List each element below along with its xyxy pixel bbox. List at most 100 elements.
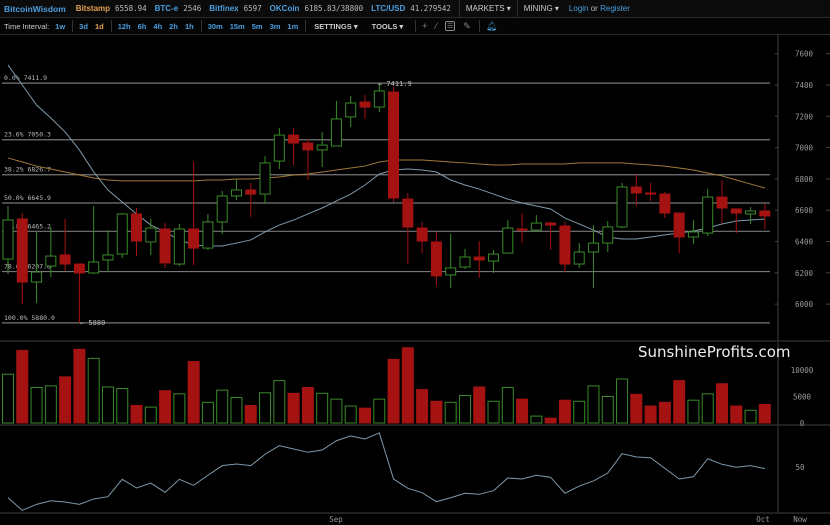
candle-body — [716, 196, 728, 209]
candle — [445, 233, 457, 288]
volume-bar — [458, 394, 471, 424]
volume-bar — [587, 385, 600, 424]
volume-bar — [259, 392, 272, 424]
volume-bar — [416, 389, 429, 424]
candle — [88, 205, 100, 275]
candle-body — [288, 134, 300, 144]
price-chart[interactable]: 7600 7400 7200 7000 6800 6600 6400 6200 6000 1000… — [0, 0, 830, 525]
volume-bar — [616, 378, 629, 424]
candle — [330, 100, 342, 147]
candle — [559, 221, 571, 273]
candle — [16, 213, 28, 305]
volume-bar — [173, 393, 186, 424]
fib-label: 0.0% 7411.9 — [4, 74, 47, 82]
price-tick-label: 6000 — [795, 300, 814, 309]
volume-bar — [144, 406, 157, 424]
candle-body — [416, 227, 428, 242]
candle-body — [645, 192, 657, 195]
candle-body — [616, 186, 628, 228]
time-label: Oct — [756, 515, 770, 524]
fib-label: 100.0% 5880.0 — [4, 314, 55, 322]
volume-bar — [73, 348, 86, 424]
price-tick-label: 7200 — [795, 112, 814, 121]
volume-tick-label: 0 — [800, 419, 805, 428]
volume-bar — [516, 398, 529, 424]
candle-body — [202, 221, 214, 249]
volume-bar — [601, 396, 614, 424]
candle-body — [602, 226, 614, 244]
volume-bar — [44, 385, 57, 424]
candle — [202, 213, 214, 250]
candle — [516, 213, 528, 244]
volume-bar — [573, 400, 586, 424]
candle — [616, 182, 628, 229]
candle — [573, 243, 585, 268]
candle — [759, 203, 771, 229]
candle — [102, 230, 114, 273]
candle — [116, 213, 128, 259]
candle-body — [316, 144, 328, 151]
candle-body — [373, 90, 385, 108]
volume-bar — [201, 401, 214, 424]
volume-bar — [487, 400, 500, 424]
fib-label: 23.6% 7050.3 — [4, 131, 51, 139]
candle-body — [730, 208, 742, 214]
candle-body — [230, 189, 242, 197]
rsi-line — [7, 432, 765, 511]
candle-body — [16, 218, 28, 283]
candle-body — [745, 210, 757, 215]
price-tick-label: 6400 — [795, 238, 814, 247]
candle — [173, 223, 185, 267]
watermark: SunshineProfits.com — [638, 343, 791, 361]
volume-bar — [301, 386, 314, 424]
candle — [59, 218, 71, 272]
candle — [530, 215, 542, 232]
volume-bar — [216, 389, 229, 424]
candle-body — [102, 254, 114, 261]
volume-bar — [287, 392, 300, 424]
candle-body — [545, 222, 557, 226]
candle-body — [473, 256, 485, 261]
candle — [131, 208, 143, 257]
time-label: Sep — [329, 515, 343, 524]
candle — [402, 192, 414, 265]
candle-body — [131, 213, 143, 242]
volume-bar — [530, 415, 543, 424]
candle-body — [702, 196, 714, 234]
volume-bar — [544, 417, 557, 424]
volume-bar — [558, 399, 571, 424]
volume-bar — [658, 401, 671, 424]
candle — [316, 131, 328, 168]
volume-bar — [373, 398, 386, 424]
candle-body — [430, 241, 442, 277]
price-tick-label: 7400 — [795, 81, 814, 90]
price-tick-label: 7000 — [795, 144, 814, 153]
candle-body — [687, 231, 699, 238]
volume-bar — [159, 390, 172, 424]
volume-bar — [59, 376, 72, 424]
candle-body — [173, 228, 185, 265]
candle — [745, 207, 757, 224]
volume-bar — [701, 393, 714, 424]
candle-body — [116, 213, 128, 255]
candle-body — [402, 198, 414, 228]
candle — [416, 221, 428, 254]
volume-bar — [101, 386, 114, 424]
candle-body — [502, 227, 514, 254]
volume-bar — [2, 373, 14, 424]
candle — [245, 182, 257, 217]
time-label: Now — [793, 515, 807, 524]
candle — [259, 156, 271, 204]
candle-body — [245, 189, 257, 195]
candle — [216, 190, 228, 234]
volume-bar — [730, 405, 743, 424]
candle-body — [459, 256, 471, 268]
candle-body — [488, 253, 500, 262]
volume-bar — [316, 392, 329, 424]
candle — [188, 161, 200, 265]
volume-tick-label: 5000 — [793, 393, 812, 402]
high-marker: ← 7411.9 — [378, 80, 412, 88]
candle — [145, 218, 157, 255]
candle-body — [559, 225, 571, 265]
candle-body — [59, 254, 71, 265]
